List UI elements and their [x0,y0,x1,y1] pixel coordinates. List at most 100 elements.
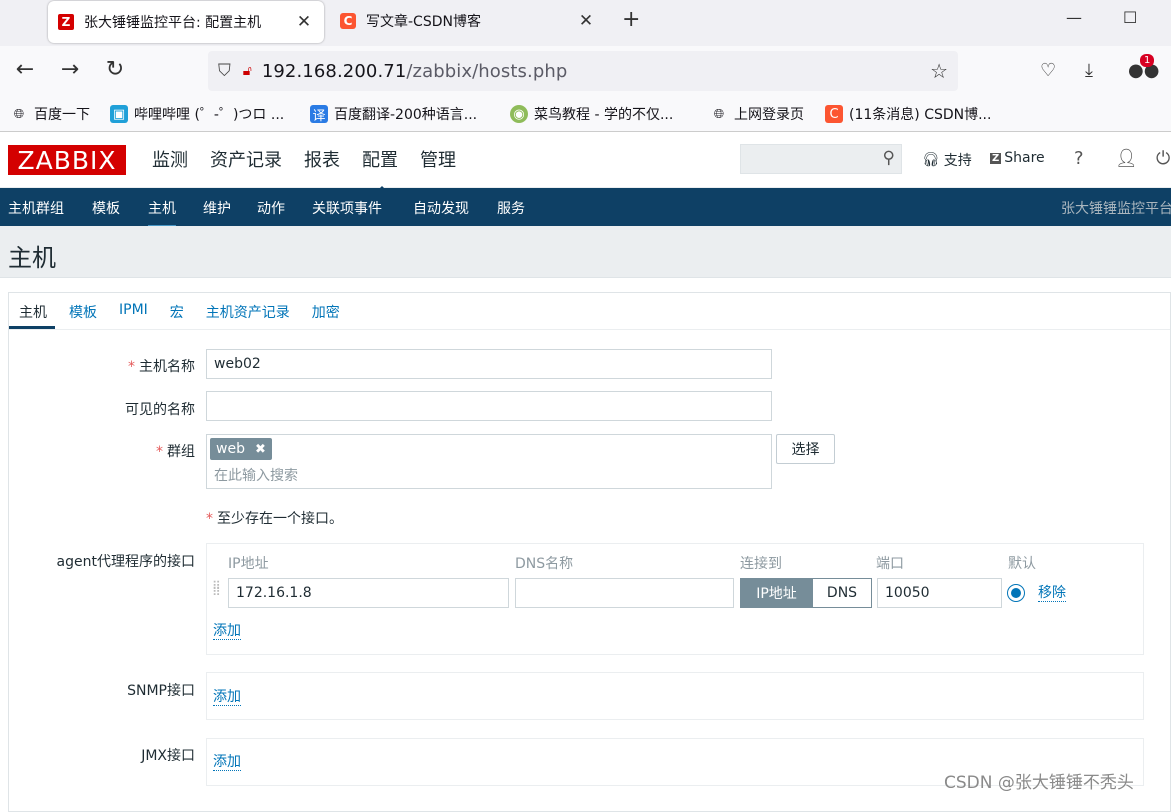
csdn-watermark: CSDN @张大锤锤不秃头 [944,773,1134,793]
user-profile-icon[interactable]: 👤︎ [1115,148,1138,169]
tab-ipmi[interactable]: IPMI [119,293,148,329]
col-default: 默认 [1008,556,1036,572]
add-agent-interface-link[interactable]: 添加 [213,623,241,640]
required-mark: * [206,511,213,527]
forward-icon[interactable]: → [55,57,85,82]
download-icon[interactable]: ⤓ [1085,60,1093,81]
browser-tab-title: 张大锤锤监控平台: 配置主机 [84,15,262,31]
agent-port-input[interactable]: 10050 [877,578,1002,608]
tab-host[interactable]: 主机 [9,293,55,329]
bookmark-item[interactable]: C (11条消息) CSDN博... [825,104,991,124]
close-tab-icon[interactable]: ✕ [292,12,316,32]
agent-ip-input[interactable]: 172.16.1.8 [228,578,509,608]
group-chip: web ✖ [210,438,272,460]
zabbix-logo[interactable]: ZABBIX [8,145,126,175]
tab-encryption[interactable]: 加密 [312,293,340,329]
page-title: 主机 [8,244,56,272]
globe-icon: 🌐︎ [713,106,725,122]
search-icon[interactable]: ⚲ [883,148,895,168]
new-tab-icon[interactable]: + [622,7,640,32]
subnav-hosts[interactable]: 主机 [148,198,176,228]
back-icon[interactable]: ← [10,57,40,82]
bookmarks-bar: 🌐︎ 百度一下 ▣ 哔哩哔哩 (゜-゜)つロ ... 译百度翻译-200种语言...… [0,98,1171,132]
address-bar[interactable]: ⛉ 🔓︎ 192.168.200.71/zabbix/hosts.php ☆ [208,51,958,91]
sign-out-icon[interactable]: ⏻ [1156,148,1170,169]
drag-handle-icon[interactable]: ⠿ ⠿ [212,580,221,607]
bookmark-item[interactable]: 🌐︎ 百度一下 [10,104,90,124]
bookmark-item[interactable]: 🌐︎ 上网登录页 [710,104,804,124]
subnav-event-correlation[interactable]: 关联项事件 [312,198,382,218]
menu-inventory[interactable]: 资产记录 [210,146,282,172]
reload-icon[interactable]: ↻ [100,57,130,82]
menu-monitoring[interactable]: 监测 [152,146,188,172]
zabbix-header: ZABBIX 监测 资产记录 报表 配置 管理 ⚲ 🎧︎ 支持 Z Share ? … [0,132,1171,194]
tab-macros[interactable]: 宏 [170,293,184,329]
shield-icon[interactable]: ⛉ [218,61,231,81]
menu-configuration[interactable]: 配置 [362,146,398,194]
snmp-interfaces-box: 添加 [206,672,1144,720]
agent-interfaces-label: agent代理程序的接口 [56,554,195,570]
agent-dns-input[interactable] [515,578,734,608]
bookmark-label: 百度一下 [34,107,90,123]
subnav-templates[interactable]: 模板 [92,198,120,218]
subnav-maintenance[interactable]: 维护 [203,198,231,218]
group-search-placeholder[interactable]: 在此输入搜索 [214,465,298,485]
zabbix-favicon-icon: Z [58,14,74,30]
add-snmp-interface-link[interactable]: 添加 [213,689,241,706]
notice-text: 至少存在一个接口。 [217,511,343,527]
col-connect: 连接到 [740,556,782,572]
help-icon[interactable]: ? [1074,148,1084,169]
bookmark-label: 菜鸟教程 - 学的不仅... [534,107,674,123]
subnav-discovery[interactable]: 自动发现 [413,198,469,218]
col-ip: IP地址 [228,556,269,572]
menu-administration[interactable]: 管理 [420,146,456,172]
browser-navbar: ← → ↻ ⛉ 🔓︎ 192.168.200.71/zabbix/hosts.p… [0,46,1171,98]
connect-ip-button[interactable]: IP地址 [740,578,813,608]
url-path: /zabbix/hosts.php [406,60,568,82]
select-groups-button[interactable]: 选择 [776,434,835,464]
minimize-icon[interactable]: — [1066,8,1082,27]
host-form-container: 主机 模板 IPMI 宏 主机资产记录 加密 * 主机名称 web02 可见的名称… [8,292,1171,812]
host-name-input[interactable]: web02 [206,349,772,379]
search-input[interactable]: ⚲ [740,144,902,174]
connect-dns-button[interactable]: DNS [813,578,872,608]
tab-templates[interactable]: 模板 [69,293,97,329]
runoob-icon: ◉ [510,105,528,123]
server-name: 张大锤锤监控平台 [1061,201,1171,217]
group-chip-label: web [216,441,245,457]
bookmark-item[interactable]: 译百度翻译-200种语言... [310,104,477,124]
groups-multiselect[interactable]: web ✖ 在此输入搜索 [206,434,772,489]
remove-chip-icon[interactable]: ✖ [255,442,266,457]
bookmark-item[interactable]: ◉ 菜鸟教程 - 学的不仅... [510,104,673,124]
menu-reports[interactable]: 报表 [304,146,340,172]
globe-icon: 🌐︎ [13,106,25,122]
default-interface-radio[interactable] [1007,584,1025,602]
subnav-host-groups[interactable]: 主机群组 [8,198,64,218]
add-jmx-interface-link[interactable]: 添加 [213,754,241,771]
required-mark: * [156,444,163,460]
browser-tab-csdn[interactable]: C 写文章-CSDN博客 ✕ [330,0,606,42]
browser-tab-zabbix[interactable]: Z 张大锤锤监控平台: 配置主机 ✕ [48,1,324,43]
csdn-icon: C [825,105,843,123]
radio-dot [1011,588,1021,598]
tab-inventory[interactable]: 主机资产记录 [206,293,290,329]
url-text[interactable]: 192.168.200.71/zabbix/hosts.php [262,61,568,82]
share-z-icon: Z [990,152,1002,164]
bookmark-item[interactable]: ▣ 哔哩哔哩 (゜-゜)つロ ... [110,104,284,124]
bookmark-label: (11条消息) CSDN博... [849,107,992,123]
support-link[interactable]: 🎧︎ 支持 [922,150,972,170]
remove-interface-link[interactable]: 移除 [1038,585,1066,602]
bookmark-label: 哔哩哔哩 (゜-゜)つロ ... [134,107,285,123]
visible-name-input[interactable] [206,391,772,421]
maximize-icon[interactable]: ☐ [1123,8,1137,27]
pocket-icon[interactable]: ♡ [1040,60,1056,81]
subnav-actions[interactable]: 动作 [257,198,285,218]
share-link[interactable]: Z Share [990,150,1045,166]
browser-tab-strip: Z 张大锤锤监控平台: 配置主机 ✕ C 写文章-CSDN博客 ✕ + — ☐ [0,0,1171,46]
subnav-services[interactable]: 服务 [497,198,525,218]
support-label: 支持 [943,153,972,169]
form-tabs: 主机 模板 IPMI 宏 主机资产记录 加密 [9,293,1170,330]
bookmark-star-icon[interactable]: ☆ [930,59,948,83]
insecure-lock-icon[interactable]: 🔓︎ [243,63,252,79]
close-tab-icon[interactable]: ✕ [574,11,598,31]
